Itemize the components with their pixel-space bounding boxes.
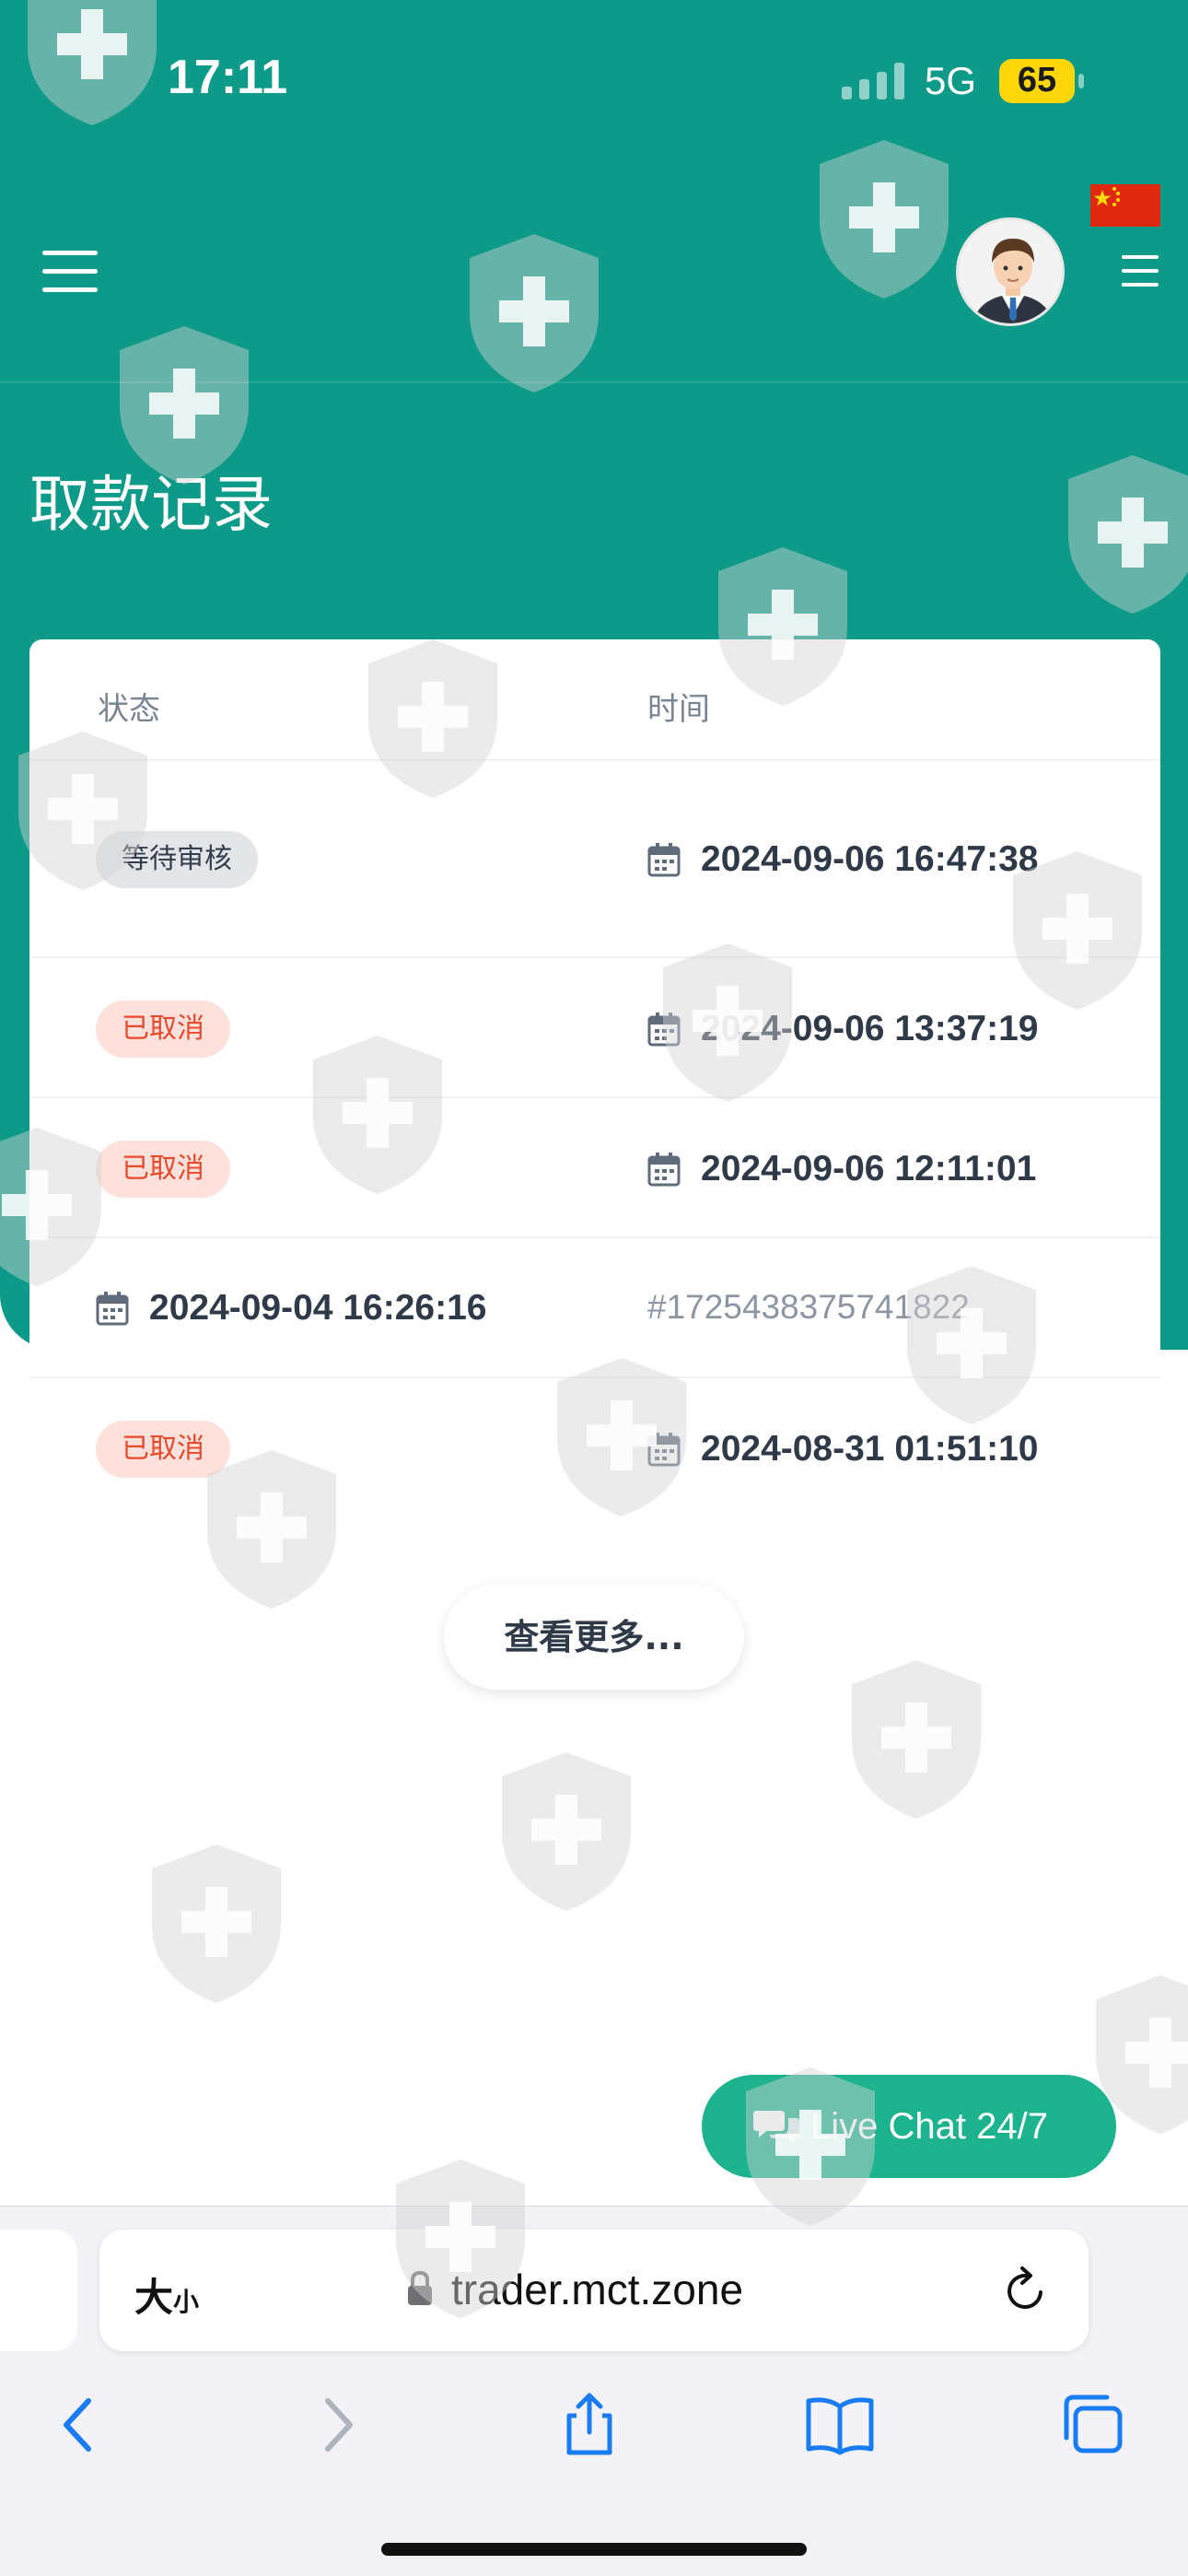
- chat-bubbles-icon: [753, 2111, 799, 2145]
- table-row: 2024-09-04 16:26:16: [96, 1285, 486, 1331]
- signal-icon: [842, 61, 904, 100]
- forward-icon[interactable]: [300, 2392, 374, 2458]
- options-menu-icon[interactable]: [1122, 255, 1159, 287]
- calendar-icon: [647, 1433, 681, 1467]
- time-column-header: 时间: [647, 691, 710, 728]
- battery-level: 65: [1017, 61, 1057, 100]
- status-time: 17:11: [168, 51, 288, 104]
- text-size-button[interactable]: 大小: [134, 2266, 199, 2323]
- table-row: 2024-08-31 01:51:10: [647, 1426, 1038, 1472]
- tabs-icon[interactable]: [1055, 2392, 1129, 2458]
- row-time: 2024-08-31 01:51:10: [701, 1429, 1039, 1469]
- status-badge-cancelled: 已取消: [96, 1421, 230, 1478]
- row-time: 2024-09-06 12:11:01: [701, 1149, 1037, 1188]
- url-text: trader.mct.zone: [451, 2266, 744, 2313]
- status-badge-pending: 等待审核: [96, 831, 258, 888]
- row-time: 2024-09-06 16:47:38: [701, 839, 1039, 879]
- status-badge-cancelled: 已取消: [96, 1001, 230, 1058]
- battery-icon: 65: [999, 59, 1084, 103]
- network-label: 5G: [925, 59, 977, 102]
- calendar-icon: [647, 1013, 681, 1047]
- row-divider: [29, 1376, 1160, 1378]
- share-icon[interactable]: [553, 2392, 626, 2458]
- back-icon[interactable]: [42, 2392, 116, 2458]
- calendar-icon: [647, 843, 681, 877]
- text-size-large: 大: [134, 2275, 174, 2320]
- status-badge-cancelled: 已取消: [96, 1141, 230, 1198]
- menu-icon[interactable]: [42, 251, 98, 293]
- order-id: #1725438375741822: [647, 1288, 970, 1326]
- previous-tab[interactable]: [0, 2230, 77, 2351]
- load-more-button[interactable]: 查看更多...: [444, 1585, 744, 1690]
- table-row: 2024-09-06 13:37:19: [647, 1006, 1038, 1052]
- row-divider: [29, 956, 1160, 958]
- lock-icon: [408, 2270, 432, 2305]
- avatar[interactable]: [956, 217, 1065, 326]
- calendar-icon: [647, 1153, 681, 1187]
- live-chat-label: Live Chat 24/7: [810, 2105, 1048, 2147]
- row-time: 2024-09-06 13:37:19: [701, 1009, 1039, 1048]
- text-size-small: 小: [173, 2287, 200, 2317]
- bookmarks-icon[interactable]: [803, 2392, 877, 2458]
- table-row: 2024-09-06 16:47:38: [647, 837, 1038, 883]
- reload-icon[interactable]: [1000, 2265, 1052, 2316]
- row-time: 2024-09-04 16:26:16: [149, 1288, 487, 1328]
- row-divider: [29, 759, 1160, 761]
- china-flag-icon[interactable]: [1090, 184, 1160, 227]
- calendar-icon: [96, 1292, 129, 1326]
- status-column-header: 状态: [98, 691, 160, 728]
- header-divider: [0, 381, 1188, 383]
- row-divider: [29, 1236, 1160, 1238]
- page-title: 取款记录: [29, 469, 273, 540]
- row-divider: [29, 1096, 1160, 1098]
- live-chat-button[interactable]: Live Chat 24/7: [702, 2075, 1116, 2178]
- table-row: 2024-09-06 12:11:01: [647, 1146, 1036, 1192]
- home-indicator: [381, 2543, 807, 2556]
